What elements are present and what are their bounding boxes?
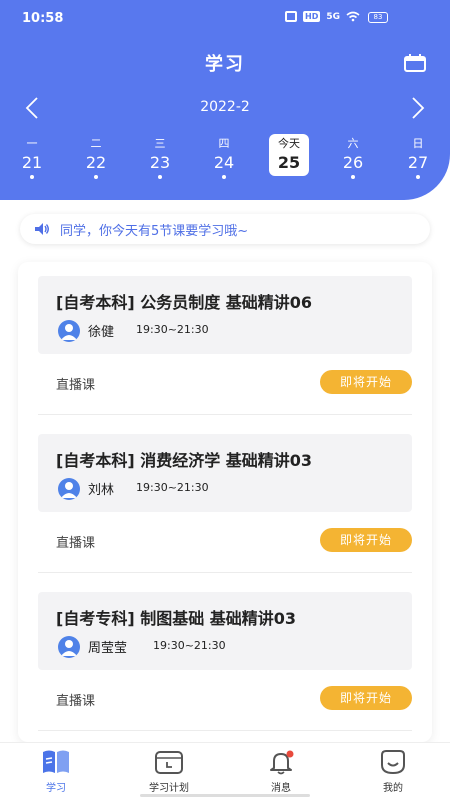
- home-indicator: [140, 794, 310, 797]
- tab-profile[interactable]: 我的: [353, 749, 433, 797]
- battery-icon: 83: [368, 12, 388, 23]
- page-title: 学习: [205, 54, 245, 75]
- user-icon: [61, 640, 77, 656]
- event-dot: [222, 175, 226, 179]
- avatar: [58, 478, 80, 500]
- course-type: 直播课: [56, 378, 96, 393]
- course-type: 直播课: [56, 694, 96, 709]
- weekday-label: 一: [26, 137, 38, 150]
- divider: [38, 572, 412, 573]
- signal-icon: 5G: [326, 11, 340, 22]
- event-dot: [416, 175, 420, 179]
- event-dot: [351, 175, 355, 179]
- status-icons: HD 5G: [285, 11, 360, 22]
- start-button[interactable]: 即将开始: [320, 528, 412, 552]
- chevron-right-icon[interactable]: [410, 96, 426, 120]
- course-card[interactable]: [自考专科] 制图基础 基础精讲03 周莹莹 19:30~21:30 直播课 即…: [36, 592, 412, 732]
- month-row: 2022-2: [0, 94, 450, 122]
- event-dot: [287, 181, 291, 185]
- vibrate-icon: [285, 11, 297, 22]
- calendar-icon[interactable]: [404, 54, 426, 72]
- month-label: 2022-2: [200, 99, 250, 115]
- avatar: [58, 320, 80, 342]
- notice-bar: 同学，你今天有5节课要学习哦~: [20, 214, 430, 244]
- divider: [38, 730, 412, 731]
- date-label: 27: [407, 153, 429, 172]
- event-dot: [158, 175, 162, 179]
- day-26[interactable]: 六 26: [333, 132, 373, 184]
- tab-study-plan[interactable]: 学习计划: [129, 749, 209, 797]
- weekday-label: 三: [154, 137, 166, 150]
- date-label: 22: [85, 153, 107, 172]
- date-label: 24: [213, 153, 235, 172]
- divider: [38, 414, 412, 415]
- bell-icon: [270, 750, 294, 775]
- day-27[interactable]: 日 27: [398, 132, 438, 184]
- weekday-label: 二: [90, 137, 102, 150]
- course-type: 直播课: [56, 536, 96, 551]
- wifi-icon: [346, 11, 360, 22]
- day-today[interactable]: 今天 25: [269, 134, 309, 176]
- date-label: 26: [342, 153, 364, 172]
- tab-label: 消息: [271, 783, 291, 794]
- header: 10:58 HD 5G 83 学习 2022-2 一 21 二 22 三 23 …: [0, 0, 450, 200]
- course-info: [自考专科] 制图基础 基础精讲03 周莹莹 19:30~21:30: [38, 592, 412, 670]
- teacher-name: 刘林: [88, 483, 115, 498]
- weekday-label: 日: [412, 137, 424, 150]
- speaker-icon: [35, 223, 49, 235]
- avatar: [58, 636, 80, 658]
- course-info: [自考本科] 消费经济学 基础精讲03 刘林 19:30~21:30: [38, 434, 412, 512]
- event-dot: [94, 175, 98, 179]
- tab-study[interactable]: 学习: [16, 749, 96, 797]
- start-button[interactable]: 即将开始: [320, 370, 412, 394]
- course-title: [自考本科] 消费经济学 基础精讲03: [56, 451, 313, 470]
- start-button[interactable]: 即将开始: [320, 686, 412, 710]
- teacher-name: 徐健: [88, 325, 115, 340]
- week-strip: 一 21 二 22 三 23 四 24 今天 25 六 26 日 27: [0, 132, 450, 188]
- date-label: 25: [277, 153, 301, 172]
- tab-label: 我的: [383, 783, 403, 794]
- hd-badge: HD: [303, 11, 321, 22]
- teacher-name: 周莹莹: [88, 641, 128, 656]
- date-label: 21: [21, 153, 43, 172]
- course-card[interactable]: [自考本科] 消费经济学 基础精讲03 刘林 19:30~21:30 直播课 即…: [36, 434, 412, 574]
- course-info: [自考本科] 公务员制度 基础精讲06 徐健 19:30~21:30: [38, 276, 412, 354]
- day-24[interactable]: 四 24: [204, 132, 244, 184]
- event-dot: [30, 175, 34, 179]
- date-label: 23: [149, 153, 171, 172]
- course-title: [自考本科] 公务员制度 基础精讲06: [56, 293, 313, 312]
- book-icon: [43, 750, 69, 773]
- course-title: [自考专科] 制图基础 基础精讲03: [56, 609, 297, 628]
- tab-label: 学习计划: [149, 783, 189, 794]
- tab-messages[interactable]: 消息: [241, 749, 321, 797]
- course-time: 19:30~21:30: [136, 481, 209, 494]
- weekday-label: 四: [218, 137, 230, 150]
- tab-label: 学习: [46, 783, 66, 794]
- course-list: [自考本科] 公务员制度 基础精讲06 徐健 19:30~21:30 直播课 即…: [18, 262, 432, 742]
- day-22[interactable]: 二 22: [76, 132, 116, 184]
- status-time: 10:58: [22, 11, 64, 26]
- day-23[interactable]: 三 23: [140, 132, 180, 184]
- status-bar: 10:58 HD 5G 83: [0, 0, 450, 36]
- notice-text: 同学，你今天有5节课要学习哦~: [60, 223, 249, 239]
- calendar-plan-icon: [155, 751, 183, 774]
- user-icon: [61, 324, 77, 340]
- day-21[interactable]: 一 21: [12, 132, 52, 184]
- weekday-label: 今天: [278, 137, 300, 150]
- user-icon: [61, 482, 77, 498]
- smile-icon: [381, 750, 405, 775]
- tab-bar: 学习 学习计划 消息 我的: [0, 742, 450, 800]
- course-card[interactable]: [自考本科] 公务员制度 基础精讲06 徐健 19:30~21:30 直播课 即…: [36, 276, 412, 416]
- course-time: 19:30~21:30: [136, 323, 209, 336]
- weekday-label: 六: [347, 137, 359, 150]
- course-time: 19:30~21:30: [153, 639, 226, 652]
